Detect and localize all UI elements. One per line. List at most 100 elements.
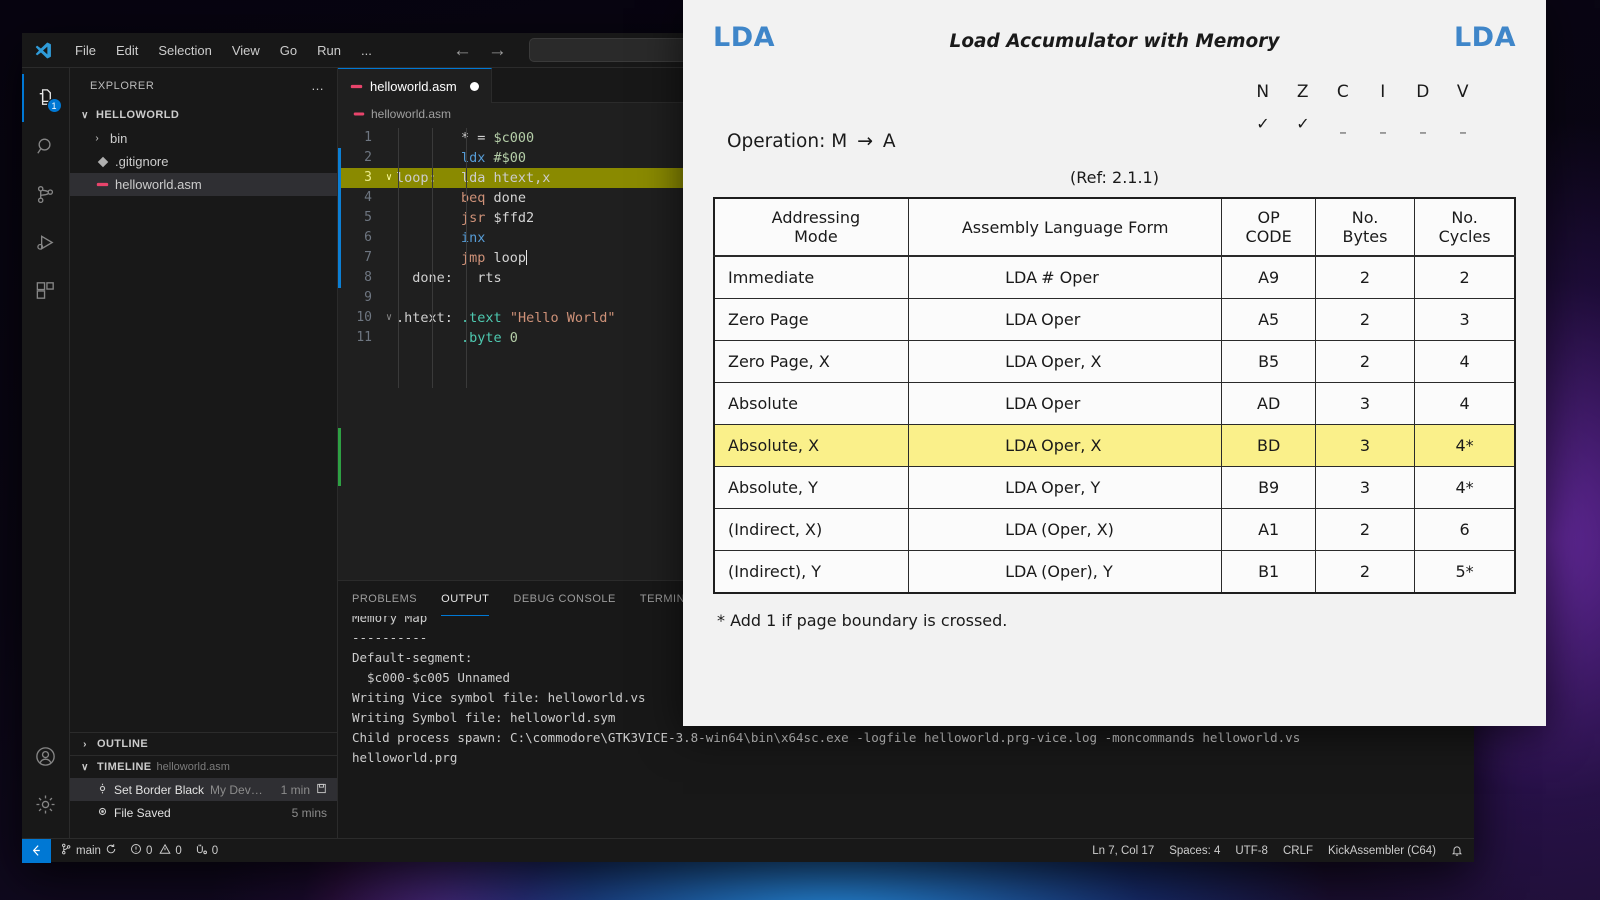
panel-tab-debug-console[interactable]: DEBUG CONSOLE bbox=[513, 581, 615, 616]
line-number: 1 bbox=[364, 130, 372, 145]
lda-mnemonic-right: LDA bbox=[1453, 22, 1516, 53]
timeline-subject: helloworld.asm bbox=[156, 761, 230, 773]
line-number: 3 bbox=[364, 170, 372, 185]
timeline-section-header[interactable]: ∨ TIMELINE helloworld.asm bbox=[70, 755, 337, 778]
outline-section-header[interactable]: › OUTLINE bbox=[70, 732, 337, 755]
cell-bytes: 3 bbox=[1314, 466, 1416, 509]
indent-guide bbox=[466, 128, 467, 388]
status-eol[interactable]: CRLF bbox=[1283, 845, 1313, 857]
status-cursor-position[interactable]: Ln 7, Col 17 bbox=[1092, 845, 1154, 857]
tree-item-gitignore[interactable]: .gitignore bbox=[70, 150, 337, 173]
timeline-entry[interactable]: Set Border Black My Dev… 1 min bbox=[70, 778, 337, 801]
fold-chevron-icon[interactable]: ∨ bbox=[382, 308, 396, 328]
editor-tab-label: helloworld.asm bbox=[370, 78, 457, 94]
flag-letter-n: N bbox=[1256, 82, 1270, 102]
cell-mnemonic: LDA bbox=[1005, 310, 1038, 329]
status-ports[interactable]: 0 bbox=[195, 843, 218, 859]
cell-cycles: 2 bbox=[1414, 255, 1516, 299]
flag-mark-i: – bbox=[1379, 123, 1387, 141]
save-icon[interactable] bbox=[316, 783, 327, 797]
table-row[interactable]: Zero Page, X LDA Oper, X B5 2 4 bbox=[713, 340, 1516, 383]
explorer-badge: 1 bbox=[46, 98, 62, 113]
cell-mode: Absolute, X bbox=[713, 424, 909, 467]
forward-arrow-icon[interactable]: → bbox=[488, 41, 507, 60]
activity-item-extensions[interactable] bbox=[22, 266, 70, 314]
status-problems[interactable]: 0 0 bbox=[130, 843, 182, 858]
activity-item-source-control[interactable] bbox=[22, 170, 70, 218]
lda-reference-document: LDA Load Accumulator with Memory LDA Ope… bbox=[683, 0, 1546, 726]
fold-chevron-icon[interactable]: ∨ bbox=[382, 168, 396, 188]
lda-reference-number: (Ref: 2.1.1) bbox=[1070, 168, 1159, 187]
menu-item-more[interactable]: ... bbox=[352, 40, 381, 61]
warning-icon bbox=[159, 843, 171, 858]
cell-operand: Oper, Y bbox=[1041, 478, 1101, 497]
menu-item-run[interactable]: Run bbox=[308, 40, 350, 61]
panel-tab-problems[interactable]: PROBLEMS bbox=[352, 581, 417, 616]
tree-item-label: helloworld.asm bbox=[115, 177, 202, 192]
navigation-controls: ← → bbox=[453, 41, 507, 60]
cell-operand: Oper, X bbox=[1041, 352, 1102, 371]
cell-mode: Absolute, Y bbox=[713, 466, 909, 509]
table-row[interactable]: Absolute LDA Oper AD 3 4 bbox=[713, 382, 1516, 425]
flag-mark-z: ✓ bbox=[1296, 114, 1310, 133]
remote-window-button[interactable] bbox=[22, 838, 51, 863]
table-row[interactable]: (Indirect, X) LDA (Oper, X) A1 2 6 bbox=[713, 508, 1516, 551]
asm-file-icon bbox=[96, 178, 109, 191]
table-row[interactable]: Absolute, Y LDA Oper, Y B9 3 4* bbox=[713, 466, 1516, 509]
cell-cycles: 3 bbox=[1414, 298, 1516, 341]
activity-item-settings-gear[interactable] bbox=[22, 780, 70, 828]
activity-item-search[interactable] bbox=[22, 122, 70, 170]
bell-icon[interactable] bbox=[1451, 844, 1463, 857]
sync-icon[interactable] bbox=[105, 843, 117, 858]
timeline-entry[interactable]: File Saved 5 mins bbox=[70, 801, 337, 824]
table-row[interactable]: (Indirect), Y LDA (Oper), Y B1 2 5* bbox=[713, 550, 1516, 594]
cell-operand: (Oper, X) bbox=[1041, 520, 1114, 539]
table-header: Addressing Mode Assembly Language Form O… bbox=[713, 197, 1516, 257]
cell-mode: Absolute bbox=[713, 382, 909, 425]
status-indentation[interactable]: Spaces: 4 bbox=[1169, 845, 1220, 857]
sidebar-more-actions-icon[interactable]: … bbox=[311, 78, 325, 93]
cell-mnemonic: LDA bbox=[1005, 352, 1038, 371]
status-bar-left: main 0 0 0 bbox=[51, 843, 218, 859]
menu-item-selection[interactable]: Selection bbox=[149, 40, 220, 61]
asm-file-icon bbox=[352, 108, 365, 121]
editor-tab-helloworld-asm[interactable]: helloworld.asm bbox=[338, 68, 492, 103]
cell-mnemonic: LDA bbox=[1005, 436, 1038, 455]
activity-item-accounts[interactable] bbox=[22, 732, 70, 780]
menu-item-view[interactable]: View bbox=[223, 40, 269, 61]
cell-asm: LDA (Oper, X) bbox=[907, 508, 1223, 551]
status-language-mode[interactable]: KickAssembler (C64) bbox=[1328, 845, 1436, 857]
cell-bytes: 2 bbox=[1314, 340, 1416, 383]
activity-bar: 1 bbox=[22, 68, 70, 838]
timeline-entry-label: Set Border Black bbox=[114, 782, 205, 797]
cell-opcode: A5 bbox=[1221, 298, 1316, 341]
table-row[interactable]: Immediate LDA # Oper A9 2 2 bbox=[713, 255, 1516, 299]
menu-item-file[interactable]: File bbox=[66, 40, 105, 61]
timeline-label: TIMELINE bbox=[97, 761, 152, 773]
cell-operand: Oper bbox=[1041, 394, 1081, 413]
header-assembly-language-form: Assembly Language Form bbox=[907, 197, 1223, 257]
lda-operation-and-flags: Operation: M → A N Z C I D V ✓ ✓ – – – – bbox=[713, 82, 1516, 152]
status-branch[interactable]: main bbox=[60, 843, 117, 858]
menu-item-go[interactable]: Go bbox=[271, 40, 306, 61]
cell-opcode: A9 bbox=[1221, 255, 1316, 299]
tree-item-helloworld-asm[interactable]: helloworld.asm bbox=[70, 173, 337, 196]
menu-item-edit[interactable]: Edit bbox=[107, 40, 147, 61]
activity-item-explorer[interactable]: 1 bbox=[22, 74, 70, 122]
chevron-right-icon: › bbox=[83, 738, 87, 750]
tree-item-bin[interactable]: › bin bbox=[70, 127, 337, 150]
tree-item-label: .gitignore bbox=[115, 154, 169, 169]
cell-mnemonic: LDA bbox=[1005, 394, 1038, 413]
activity-item-run-and-debug[interactable] bbox=[22, 218, 70, 266]
status-encoding[interactable]: UTF-8 bbox=[1235, 845, 1268, 857]
operation-source: M bbox=[831, 131, 848, 152]
back-arrow-icon[interactable]: ← bbox=[453, 41, 472, 60]
folder-root-row[interactable]: ∨ HELLOWORLD bbox=[70, 103, 337, 127]
table-row-highlighted[interactable]: Absolute, X LDA Oper, X BD 3 4* bbox=[713, 424, 1516, 467]
commit-icon bbox=[96, 783, 108, 797]
cell-mode: Immediate bbox=[713, 255, 909, 299]
panel-tab-output[interactable]: OUTPUT bbox=[441, 581, 489, 616]
table-row[interactable]: Zero Page LDA Oper A5 2 3 bbox=[713, 298, 1516, 341]
error-count: 0 bbox=[145, 844, 153, 857]
cell-mnemonic: LDA bbox=[1005, 268, 1038, 287]
